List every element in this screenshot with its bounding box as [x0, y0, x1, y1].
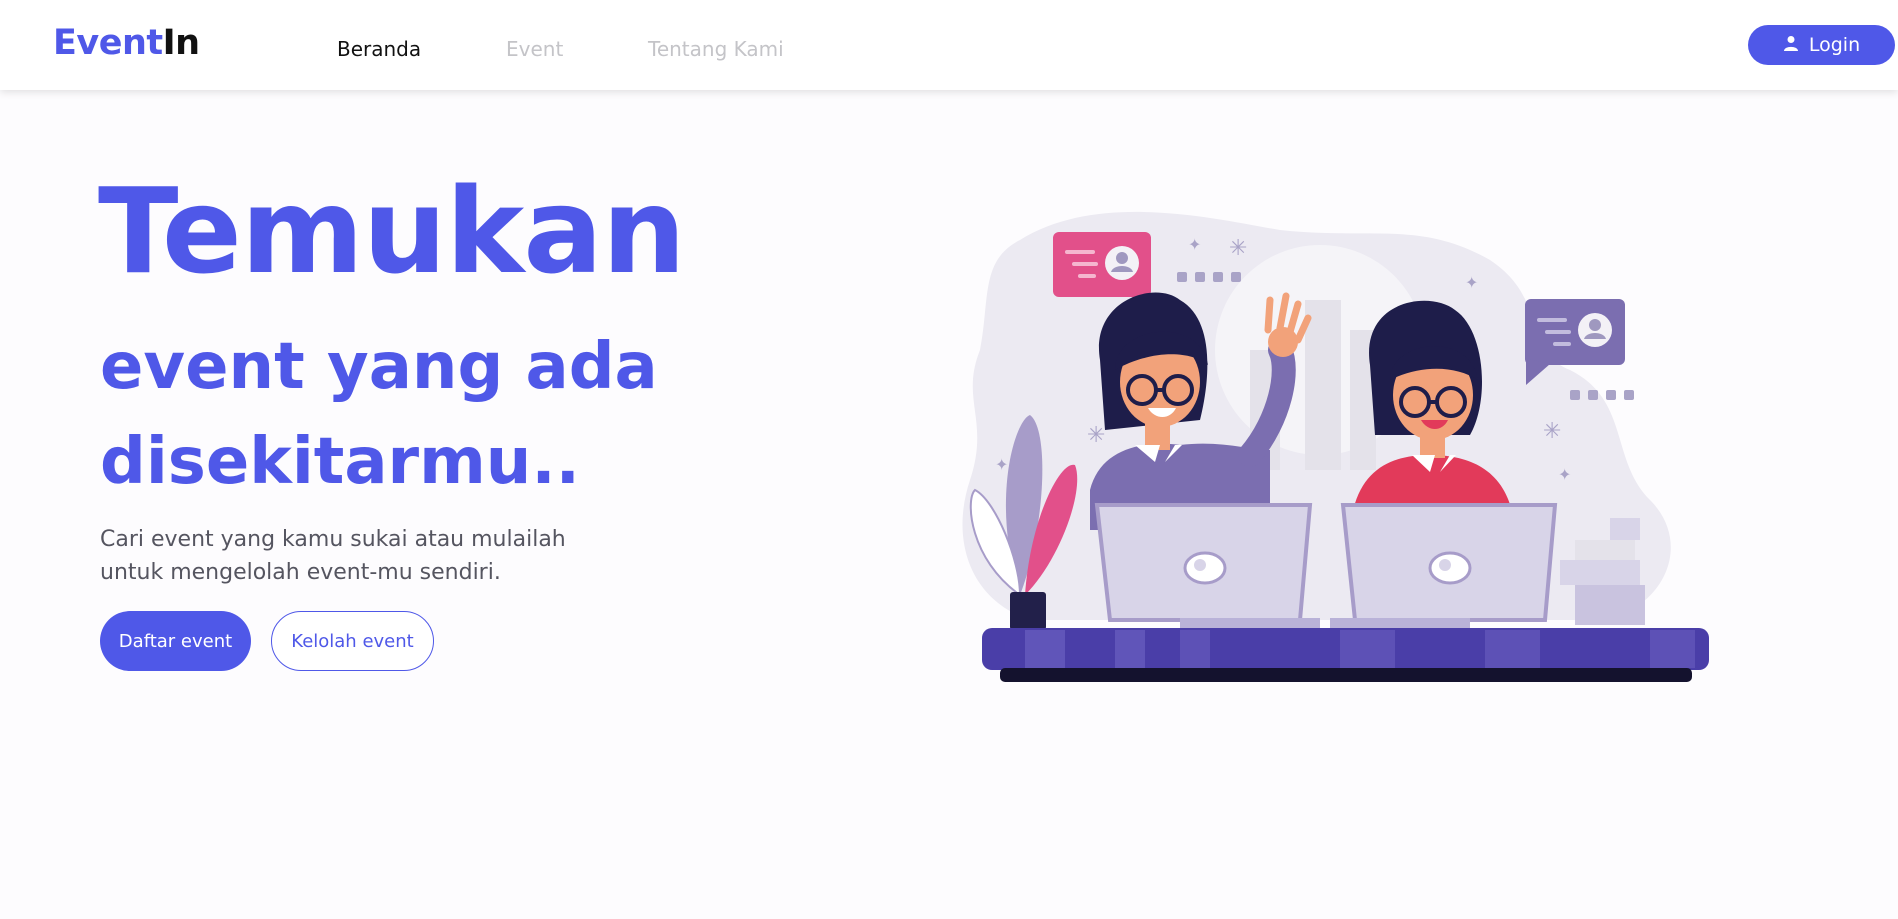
svg-text:✳: ✳: [1543, 419, 1561, 444]
brand-logo-part2: In: [162, 23, 200, 63]
svg-text:✳: ✳: [1087, 423, 1105, 448]
login-button-label: Login: [1808, 34, 1861, 56]
svg-text:✦: ✦: [1465, 273, 1478, 292]
chat-bubble-purple-icon: [1525, 299, 1625, 385]
svg-text:✦: ✦: [1188, 235, 1201, 254]
daftar-event-button[interactable]: Daftar event: [100, 611, 251, 671]
nav-link-beranda[interactable]: Beranda: [337, 37, 421, 61]
nav-link-event[interactable]: Event: [506, 37, 563, 61]
user-icon: [1783, 34, 1799, 56]
svg-text:✳: ✳: [1229, 236, 1247, 261]
login-button[interactable]: Login: [1748, 25, 1895, 65]
hero-title-line1: Temukan: [98, 162, 686, 300]
laptop-right-icon: [1330, 503, 1558, 628]
desk: [982, 628, 1709, 682]
brand-logo-part1: Event: [53, 23, 163, 63]
brand-logo[interactable]: EventIn: [53, 23, 200, 63]
nav-link-tentang-kami[interactable]: Tentang Kami: [648, 37, 784, 61]
kelolah-event-button[interactable]: Kelolah event: [271, 611, 434, 671]
svg-text:✦: ✦: [1558, 465, 1571, 484]
laptop-left-icon: [1094, 503, 1320, 628]
hero-illustration: ✦ ✳ ✳ ✦ ✦ ✳ ✦: [962, 211, 1709, 682]
svg-text:✦: ✦: [995, 455, 1008, 474]
hero-title-line3: disekitarmu..: [100, 425, 580, 499]
hero-description: Cari event yang kamu sukai atau mulailah…: [100, 527, 566, 585]
hero-title-line2: event yang ada: [100, 330, 658, 404]
navbar: EventIn Beranda Event Tentang Kami Login: [0, 0, 1898, 90]
